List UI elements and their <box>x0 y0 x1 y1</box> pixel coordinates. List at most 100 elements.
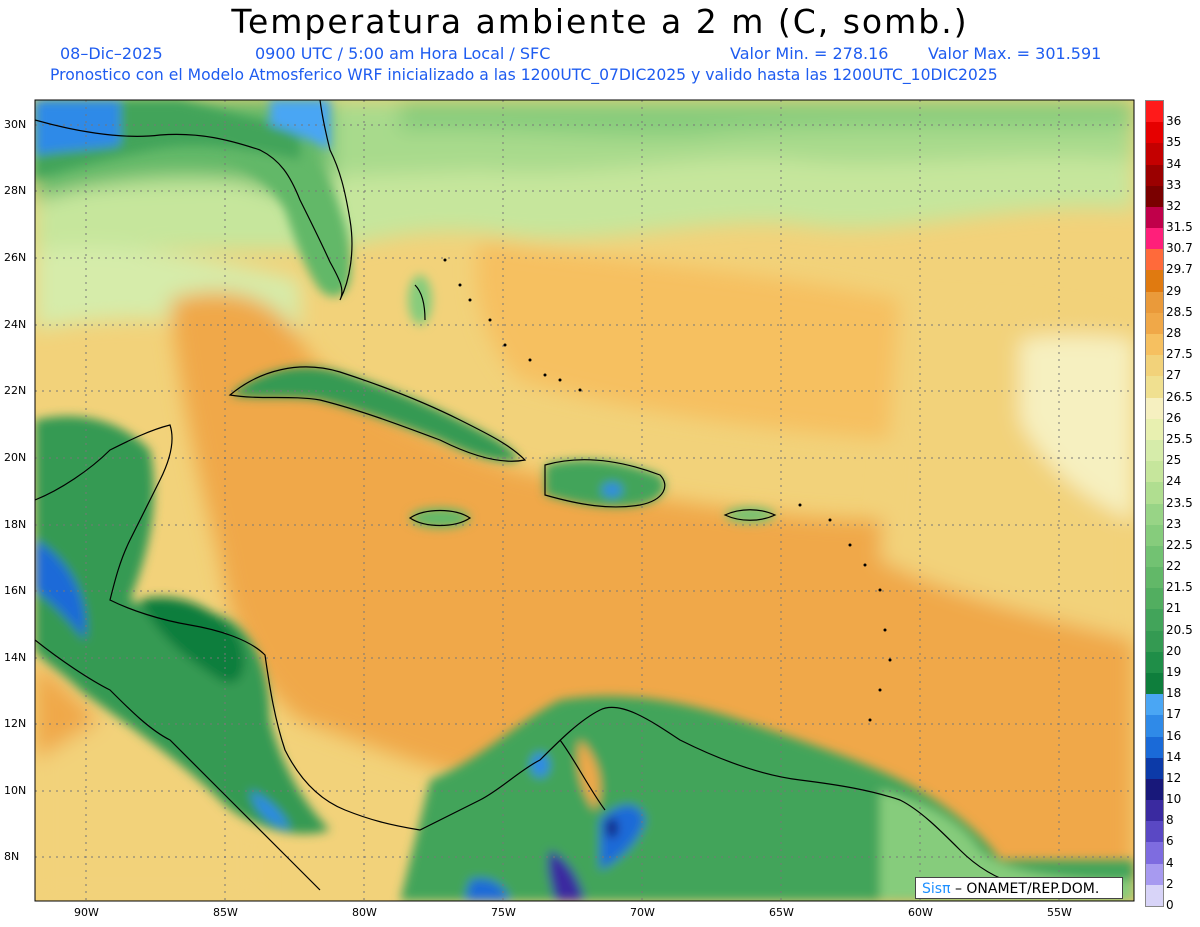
colorbar-swatch <box>1146 312 1163 335</box>
colorbar-swatch <box>1146 503 1163 526</box>
lat-label: 24N <box>4 318 27 331</box>
colorbar-swatch <box>1146 270 1163 293</box>
colorbar-label: 21.5 <box>1166 580 1193 595</box>
colorbar-label: 26.5 <box>1166 389 1193 404</box>
colorbar-label: 21 <box>1166 601 1182 616</box>
colorbar-label: 23 <box>1166 516 1182 531</box>
lat-label: 28N <box>4 184 27 197</box>
colorbar-swatch <box>1146 736 1163 759</box>
colorbar-label: 35 <box>1166 135 1182 150</box>
colorbar-swatch <box>1146 842 1163 865</box>
colorbar-label: 22 <box>1166 559 1182 574</box>
lat-label: 8N <box>4 850 20 863</box>
lon-label: 70W <box>630 906 655 919</box>
colorbar-label: 31.5 <box>1166 220 1193 235</box>
lat-label: 12N <box>4 717 27 730</box>
colorbar-swatch <box>1146 482 1163 504</box>
lon-label: 90W <box>74 906 99 919</box>
lat-label: 16N <box>4 584 27 597</box>
temperature-field <box>35 100 1134 901</box>
lon-label: 75W <box>491 906 516 919</box>
colorbar-label: 28.5 <box>1166 304 1193 319</box>
colorbar-swatch <box>1146 291 1163 314</box>
colorbar-label: 17 <box>1166 707 1182 722</box>
colorbar-label: 16 <box>1166 728 1182 743</box>
colorbar-swatch <box>1146 122 1163 144</box>
lat-label: 20N <box>4 451 27 464</box>
colorbar-swatch <box>1146 524 1163 547</box>
colorbar-label: 2 <box>1166 876 1174 891</box>
colorbar-swatch <box>1146 101 1163 123</box>
colorbar-swatch <box>1146 863 1163 886</box>
colorbar-swatch <box>1146 884 1163 907</box>
colorbar-label: 10 <box>1166 792 1182 807</box>
colorbar-label: 18 <box>1166 686 1182 701</box>
colorbar-label: 20.5 <box>1166 622 1193 637</box>
colorbar-label: 22.5 <box>1166 537 1193 552</box>
colorbar-swatch <box>1146 588 1163 610</box>
colorbar-label: 6 <box>1166 834 1174 849</box>
lon-label: 85W <box>213 906 238 919</box>
lat-label: 26N <box>4 251 27 264</box>
colorbar-label: 25 <box>1166 453 1182 468</box>
colorbar-label: 30.7 <box>1166 241 1193 256</box>
colorbar-label: 28 <box>1166 326 1182 341</box>
lon-label: 65W <box>769 906 794 919</box>
credit-box: Sisπ – ONAMET/REP.DOM. <box>915 877 1123 899</box>
colorbar-swatch <box>1146 397 1163 420</box>
colorbar-label: 4 <box>1166 855 1174 870</box>
colorbar-swatch <box>1146 228 1163 250</box>
colorbar-swatch <box>1146 757 1163 780</box>
colorbar-label: 0 <box>1166 898 1174 912</box>
colorbar <box>1145 100 1164 907</box>
colorbar-swatch <box>1146 461 1163 483</box>
lat-label: 18N <box>4 518 27 531</box>
colorbar-label: 14 <box>1166 749 1182 764</box>
colorbar-label: 27 <box>1166 368 1182 383</box>
colorbar-label: 27.5 <box>1166 347 1193 362</box>
colorbar-swatch <box>1146 567 1163 589</box>
sispi-logo: Sisπ <box>922 881 951 897</box>
colorbar-swatch <box>1146 609 1163 632</box>
colorbar-swatch <box>1146 143 1163 166</box>
lat-label: 22N <box>4 384 27 397</box>
colorbar-swatch <box>1146 355 1163 377</box>
colorbar-label: 36 <box>1166 114 1182 129</box>
lat-label: 10N <box>4 784 27 797</box>
lat-label: 30N <box>4 118 27 131</box>
lon-label: 80W <box>352 906 377 919</box>
colorbar-label: 23.5 <box>1166 495 1193 510</box>
temperature-map <box>34 99 1135 902</box>
colorbar-label: 32 <box>1166 198 1182 213</box>
colorbar-swatch <box>1146 185 1163 208</box>
colorbar-swatch <box>1146 630 1163 653</box>
colorbar-label: 29.7 <box>1166 262 1193 277</box>
colorbar-label: 12 <box>1166 770 1182 785</box>
colorbar-label: 34 <box>1166 156 1182 171</box>
lon-label: 60W <box>908 906 933 919</box>
colorbar-swatch <box>1146 164 1163 187</box>
colorbar-label: 24 <box>1166 474 1182 489</box>
colorbar-swatch <box>1146 651 1163 674</box>
colorbar-swatch <box>1146 800 1163 822</box>
colorbar-swatch <box>1146 694 1163 716</box>
colorbar-swatch <box>1146 778 1163 801</box>
colorbar-label: 33 <box>1166 177 1182 192</box>
colorbar-label: 26 <box>1166 410 1182 425</box>
colorbar-swatch <box>1146 249 1163 271</box>
colorbar-swatch <box>1146 439 1163 462</box>
lat-label: 14N <box>4 651 27 664</box>
colorbar-swatch <box>1146 334 1163 356</box>
colorbar-swatch <box>1146 715 1163 737</box>
colorbar-swatch <box>1146 821 1163 843</box>
colorbar-label: 19 <box>1166 664 1182 679</box>
colorbar-swatch <box>1146 418 1163 441</box>
colorbar-label: 8 <box>1166 813 1174 828</box>
colorbar-swatch <box>1146 545 1163 568</box>
colorbar-label: 20 <box>1166 643 1182 658</box>
colorbar-label: 29 <box>1166 283 1182 298</box>
colorbar-label: 25.5 <box>1166 431 1193 446</box>
colorbar-swatch <box>1146 206 1163 229</box>
colorbar-swatch <box>1146 672 1163 695</box>
credit-text: – ONAMET/REP.DOM. <box>950 881 1100 897</box>
